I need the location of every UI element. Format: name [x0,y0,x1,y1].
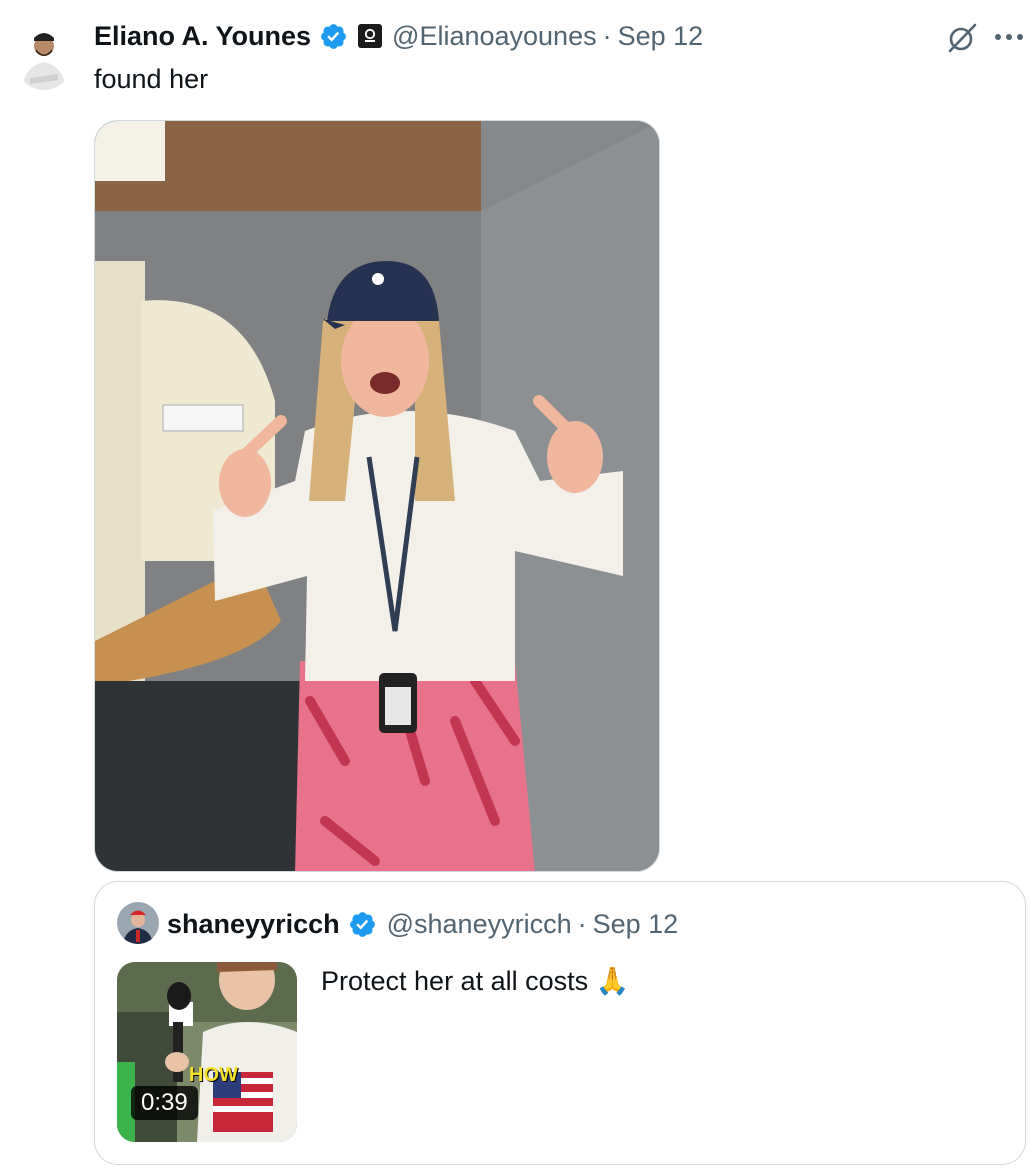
author-handle[interactable]: @Elianoayounes [392,21,597,52]
tweet-header: Eliano A. Younes @Elianoayounes · Sep 12 [94,16,703,56]
author-avatar[interactable] [16,16,72,90]
quote-text: Protect her at all costs 🙏 [321,966,630,996]
video-duration-badge: 0:39 [131,1086,198,1120]
verified-badge-icon[interactable] [348,910,377,939]
affiliation-badge-icon[interactable] [358,24,383,48]
tweet-text: found her [94,64,209,94]
video-caption-overlay: HOW [189,1064,238,1086]
quote-video-thumbnail[interactable]: HOW 0:39 [117,962,297,1142]
separator: · [602,20,612,51]
tweet-photo[interactable] [94,120,660,872]
more-icon[interactable] [990,24,1028,50]
quote-header: shaneyyricch @shaneyyricch · Sep 12 [167,904,678,944]
quote-author-avatar[interactable] [117,902,159,944]
grok-icon[interactable] [944,20,980,56]
quote-author-handle[interactable]: @shaneyyricch [387,909,572,940]
quote-date[interactable]: Sep 12 [593,909,679,940]
separator: · [577,908,587,939]
tweet-date[interactable]: Sep 12 [618,21,704,52]
verified-badge-icon[interactable] [319,22,348,51]
quoted-tweet[interactable]: shaneyyricch @shaneyyricch · Sep 12 HOW … [94,881,1026,1165]
author-name[interactable]: Eliano A. Younes [94,21,311,52]
quote-author-name[interactable]: shaneyyricch [167,909,340,940]
